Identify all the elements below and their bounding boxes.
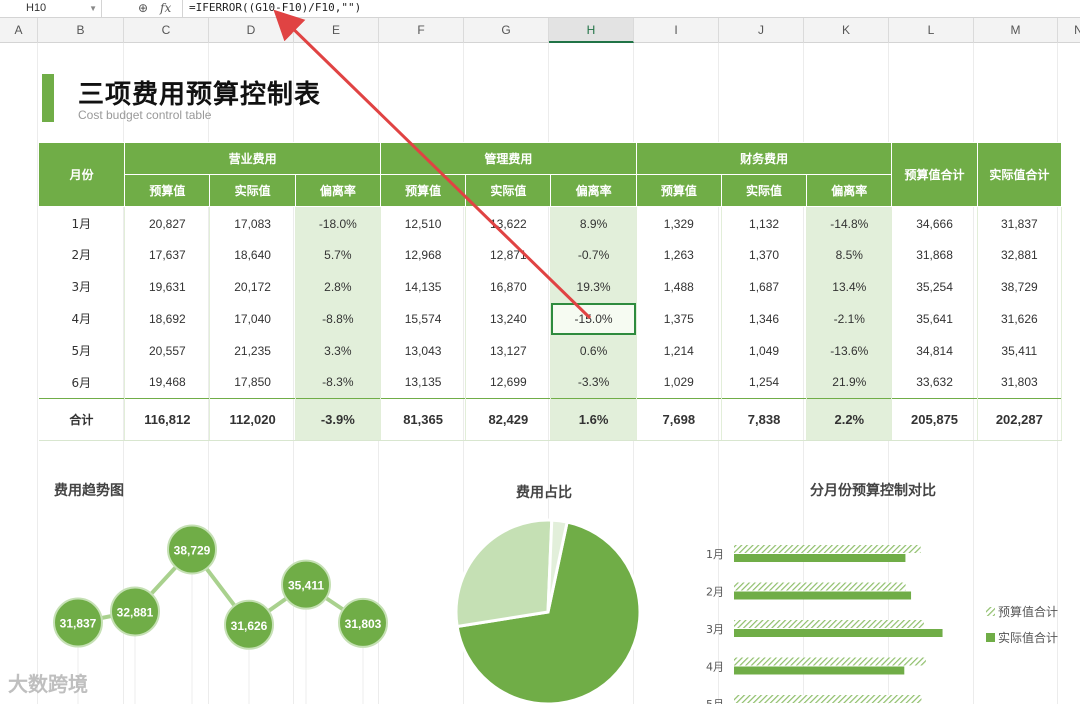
annotation-arrow	[273, 9, 592, 320]
watermark: 大数跨境	[8, 672, 88, 696]
arrow-line	[273, 9, 592, 320]
